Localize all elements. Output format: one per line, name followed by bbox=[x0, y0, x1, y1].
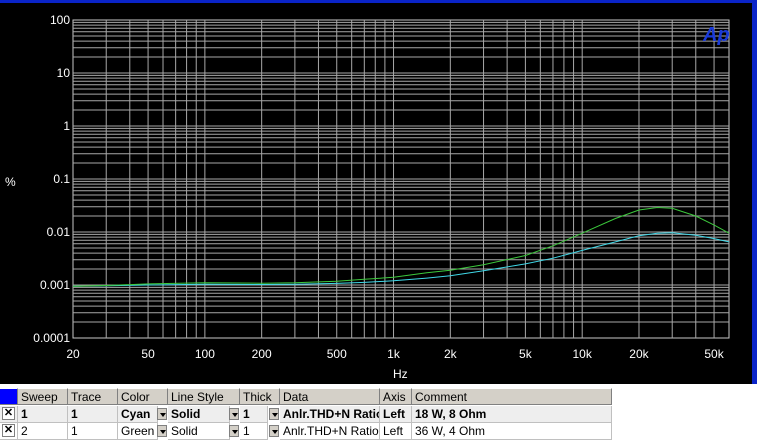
header-line-style[interactable]: Line Style bbox=[168, 388, 240, 405]
legend-header-row: Sweep Trace Color Line Style Thick Data … bbox=[0, 388, 612, 405]
chevron-down-icon[interactable] bbox=[157, 425, 167, 437]
color-select[interactable]: Green bbox=[118, 423, 158, 440]
x-tick-label: 1k bbox=[387, 347, 401, 361]
y-tick-label: 0.001 bbox=[40, 278, 70, 292]
color-select[interactable]: Cyan bbox=[118, 406, 158, 423]
header-sweep[interactable]: Sweep bbox=[18, 388, 68, 405]
y-axis-label: % bbox=[5, 175, 16, 189]
x-tick-label: 20 bbox=[66, 347, 80, 361]
cell-axis[interactable]: Left bbox=[380, 423, 412, 440]
cell-trace: 1 bbox=[68, 423, 118, 440]
x-axis-label: Hz bbox=[393, 367, 408, 381]
chevron-down-icon[interactable] bbox=[269, 408, 279, 420]
x-tick-label: 200 bbox=[252, 347, 272, 361]
window-right-border bbox=[752, 0, 757, 384]
chart-grid bbox=[72, 19, 730, 339]
y-tick-label: 100 bbox=[50, 13, 70, 27]
chevron-down-icon[interactable] bbox=[229, 408, 239, 420]
thick-select[interactable]: 1 bbox=[240, 423, 268, 440]
cell-sweep: 1 bbox=[18, 406, 68, 423]
chevron-down-icon[interactable] bbox=[229, 425, 239, 437]
cell-data[interactable]: Anlr.THD+N Ratio bbox=[280, 406, 380, 423]
ap-logo: Ap bbox=[702, 24, 730, 46]
cell-sweep: 2 bbox=[18, 423, 68, 440]
x-tick-label: 20k bbox=[629, 347, 649, 361]
x-tick-label: 50 bbox=[141, 347, 155, 361]
line-style-select[interactable]: Solid bbox=[168, 406, 230, 423]
y-tick-label: 0.1 bbox=[53, 172, 70, 186]
select-all-corner[interactable] bbox=[0, 388, 18, 405]
cell-comment[interactable]: 36 W, 4 Ohm bbox=[412, 423, 612, 440]
y-tick-label: 0.01 bbox=[47, 225, 71, 239]
header-color[interactable]: Color bbox=[118, 388, 168, 405]
header-data[interactable]: Data bbox=[280, 388, 380, 405]
legend-row: ✕ 1 1 Cyan Solid 1 Anlr.THD+N Ratio Left… bbox=[0, 406, 612, 423]
header-comment[interactable]: Comment bbox=[412, 388, 612, 405]
x-tick-label: 500 bbox=[327, 347, 347, 361]
y-tick-labels: 100 10 1 0.1 0.01 0.001 0.0001 bbox=[33, 13, 70, 345]
y-tick-label: 10 bbox=[57, 66, 71, 80]
x-tick-label: 5k bbox=[519, 347, 533, 361]
graph-panel: 100 10 1 0.1 0.01 0.001 0.0001 20 50 100 200 500 1k… bbox=[0, 3, 752, 384]
x-tick-label: 2k bbox=[444, 347, 458, 361]
cell-comment[interactable]: 18 W, 8 Ohm bbox=[412, 406, 612, 423]
line-style-select[interactable]: Solid bbox=[168, 423, 230, 440]
thd-chart: 100 10 1 0.1 0.01 0.001 0.0001 20 50 100 200 500 1k… bbox=[5, 13, 730, 381]
header-trace[interactable]: Trace bbox=[68, 388, 118, 405]
row-toggle[interactable]: ✕ bbox=[0, 423, 18, 440]
cell-axis[interactable]: Left bbox=[380, 406, 412, 423]
y-tick-label: 0.0001 bbox=[33, 331, 70, 345]
x-tick-label: 10k bbox=[573, 347, 593, 361]
x-tick-labels: 20 50 100 200 500 1k 2k 5k 10k 20k 50k bbox=[66, 347, 724, 361]
y-tick-label: 1 bbox=[63, 119, 70, 133]
legend-table: Sweep Trace Color Line Style Thick Data … bbox=[0, 388, 757, 445]
checkbox-x-icon[interactable]: ✕ bbox=[2, 424, 15, 437]
header-axis[interactable]: Axis bbox=[380, 388, 412, 405]
row-toggle[interactable]: ✕ bbox=[0, 406, 18, 423]
chevron-down-icon[interactable] bbox=[157, 408, 167, 420]
header-thick[interactable]: Thick bbox=[240, 388, 280, 405]
x-tick-label: 50k bbox=[704, 347, 724, 361]
chevron-down-icon[interactable] bbox=[269, 425, 279, 437]
thick-select[interactable]: 1 bbox=[240, 406, 268, 423]
cell-data[interactable]: Anlr.THD+N Ratio bbox=[280, 423, 380, 440]
checkbox-x-icon[interactable]: ✕ bbox=[2, 407, 15, 420]
legend-row: ✕ 2 1 Green Solid 1 Anlr.THD+N Ratio Lef… bbox=[0, 423, 612, 440]
x-tick-label: 100 bbox=[195, 347, 215, 361]
cell-trace: 1 bbox=[68, 406, 118, 423]
